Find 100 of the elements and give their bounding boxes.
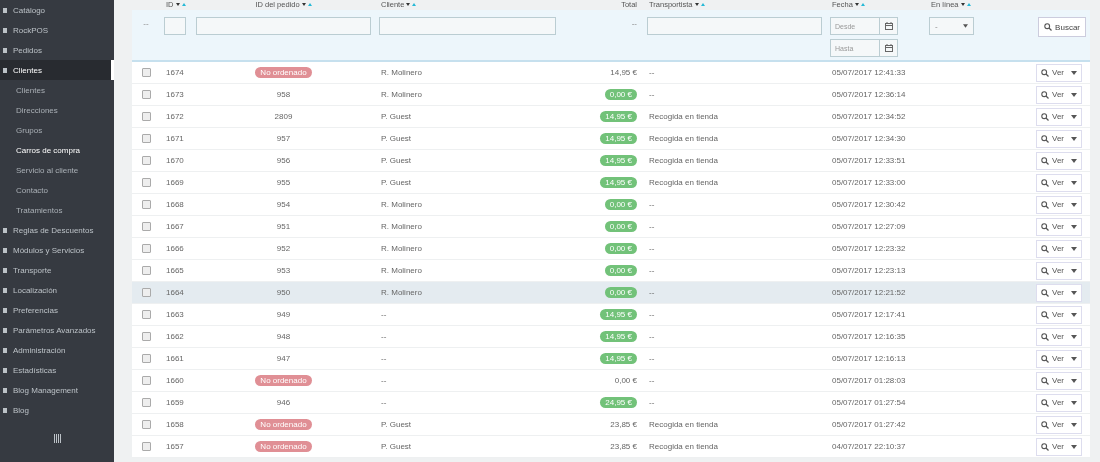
table-cell-text: 05/07/2017 01:27:42 (831, 420, 907, 429)
sidebar-item[interactable]: Reglas de Descuentos (0, 220, 114, 240)
sidebar-item[interactable]: Módulos y Servicios (0, 240, 114, 260)
row-checkbox[interactable] (142, 310, 151, 319)
view-button[interactable]: Ver (1036, 85, 1082, 104)
table-cell-text: 1667 (165, 222, 185, 231)
zoom-icon (1041, 288, 1049, 297)
row-checkbox[interactable] (142, 376, 151, 385)
table-cell-text: 950 (275, 288, 292, 297)
table-cell-text: P. Guest (380, 442, 413, 451)
total-badge: 14,95 € (600, 155, 637, 166)
id-filter-field[interactable] (164, 17, 186, 35)
row-checkbox[interactable] (142, 332, 151, 341)
row-checkbox[interactable] (142, 288, 151, 297)
row-checkbox[interactable] (142, 244, 151, 253)
sidebar-item[interactable]: Clientes (0, 60, 114, 80)
table-cell-text: R. Molinero (380, 266, 423, 275)
search-icon (1044, 23, 1053, 31)
sort-arrows-icon[interactable] (301, 2, 312, 8)
table-cell-text: 04/07/2017 22:10:37 (831, 442, 907, 451)
view-button[interactable]: Ver (1036, 349, 1082, 368)
sidebar-item[interactable]: Transporte (0, 260, 114, 280)
table-cell-text: -- (648, 310, 656, 319)
row-checkbox[interactable] (142, 112, 151, 121)
collapse-menu-icon[interactable] (53, 434, 61, 443)
menu-glyph-icon (3, 307, 7, 313)
view-button[interactable]: Ver (1036, 195, 1082, 214)
row-checkbox[interactable] (142, 200, 151, 209)
table-cell-text: 05/07/2017 12:16:13 (831, 354, 907, 363)
sidebar-item[interactable]: Estadísticas (0, 360, 114, 380)
row-checkbox[interactable] (142, 354, 151, 363)
table-cell-text: 955 (275, 178, 292, 187)
menu-glyph-icon (3, 267, 7, 273)
table-cell-text: 1669 (165, 178, 185, 187)
row-checkbox[interactable] (142, 222, 151, 231)
view-button[interactable]: Ver (1036, 129, 1082, 148)
row-checkbox[interactable] (142, 90, 151, 99)
view-button[interactable]: Ver (1036, 437, 1082, 456)
sort-arrows-icon[interactable] (694, 2, 705, 8)
customer-filter-field[interactable] (379, 17, 556, 35)
calendar-button[interactable] (880, 17, 898, 35)
online-select[interactable]: - (929, 17, 974, 35)
table-cell-text: Recogida en tienda (648, 112, 719, 121)
view-button[interactable]: Ver (1036, 305, 1082, 324)
calendar-button[interactable] (880, 39, 898, 57)
carrier-filter-field[interactable] (647, 17, 822, 35)
view-button[interactable]: Ver (1036, 151, 1082, 170)
table-cell-text: 1670 (165, 156, 185, 165)
sidebar-item[interactable]: Preferencias (0, 300, 114, 320)
view-button[interactable]: Ver (1036, 327, 1082, 346)
caret-icon (1071, 202, 1077, 207)
row-checkbox[interactable] (142, 442, 151, 451)
zoom-icon (1041, 90, 1049, 99)
sort-arrows-icon[interactable] (960, 2, 971, 8)
view-button[interactable]: Ver (1036, 283, 1082, 302)
sort-arrows-icon[interactable] (175, 2, 186, 8)
row-checkbox[interactable] (142, 156, 151, 165)
search-button[interactable]: Buscar (1038, 17, 1086, 37)
status-badge: No ordenado (255, 67, 312, 78)
row-checkbox[interactable] (142, 68, 151, 77)
menu-glyph-icon (3, 227, 7, 233)
menu-glyph-icon (3, 67, 7, 73)
table-cell-text: 05/07/2017 12:33:00 (831, 178, 907, 187)
table-cell-text: 05/07/2017 12:23:32 (831, 244, 907, 253)
sort-arrows-icon[interactable] (854, 2, 865, 8)
total-badge: 0,00 € (604, 199, 637, 210)
view-button[interactable]: Ver (1036, 107, 1082, 126)
zoom-icon (1041, 112, 1049, 121)
sidebar-item[interactable]: RockPOS (0, 20, 114, 40)
order-id-filter-field[interactable] (196, 17, 371, 35)
table-cell-text: 1665 (165, 266, 185, 275)
row-checkbox[interactable] (142, 420, 151, 429)
sidebar-item[interactable]: Blog Management (0, 380, 114, 400)
row-checkbox[interactable] (142, 178, 151, 187)
sidebar-item[interactable]: Localización (0, 280, 114, 300)
status-badge: No ordenado (255, 441, 312, 452)
view-button[interactable]: Ver (1036, 393, 1082, 412)
table-cell-text: 05/07/2017 12:34:52 (831, 112, 907, 121)
row-checkbox[interactable] (142, 266, 151, 275)
view-button[interactable]: Ver (1036, 63, 1082, 82)
view-button[interactable]: Ver (1036, 173, 1082, 192)
sort-arrows-icon[interactable] (406, 2, 417, 8)
row-checkbox[interactable] (142, 398, 151, 407)
sidebar-item[interactable]: Parámetros Avanzados (0, 320, 114, 340)
view-button[interactable]: Ver (1036, 217, 1082, 236)
table-cell-text: 1664 (165, 288, 185, 297)
total-badge: 14,95 € (600, 331, 637, 342)
table-cell-text: -- (648, 90, 656, 99)
view-button[interactable]: Ver (1036, 415, 1082, 434)
sidebar-item[interactable]: Catálogo (0, 0, 114, 20)
view-button[interactable]: Ver (1036, 261, 1082, 280)
sidebar-item[interactable]: Administración (0, 340, 114, 360)
caret-icon (1071, 444, 1077, 449)
sidebar-item[interactable]: Pedidos (0, 40, 114, 60)
caret-icon (1071, 356, 1077, 361)
view-button[interactable]: Ver (1036, 371, 1082, 390)
sidebar-item[interactable]: Blog (0, 400, 114, 420)
row-checkbox[interactable] (142, 134, 151, 143)
view-button[interactable]: Ver (1036, 239, 1082, 258)
menu-glyph-icon (3, 327, 7, 333)
